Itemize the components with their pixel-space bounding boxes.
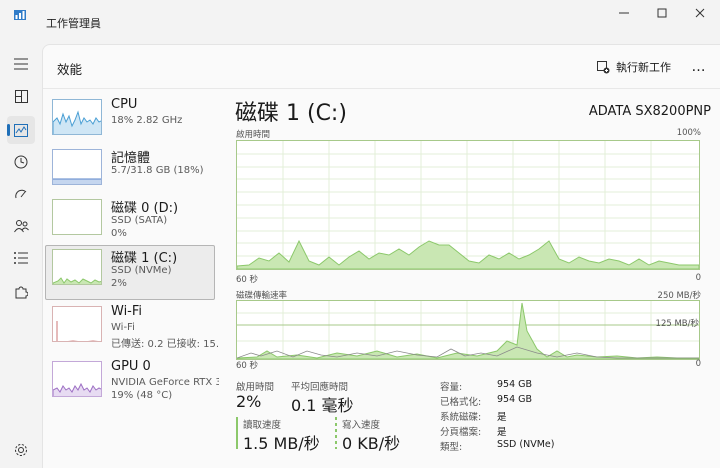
device-name: 磁碟 0 (D:) xyxy=(111,201,179,216)
read-speed-label: 讀取速度 xyxy=(243,420,282,431)
device-wifi[interactable]: Wi-Fi Wi-Fi 已傳送: 0.2 已接收: 15.4 xyxy=(45,302,219,357)
hamburger-icon xyxy=(14,58,28,70)
task-manager-app-icon xyxy=(14,10,26,20)
device-detail: NVIDIA GeForce RTX 3 xyxy=(111,377,219,388)
processes-icon xyxy=(14,89,28,103)
active-time-graph xyxy=(236,140,700,270)
device-disk-0[interactable]: 磁碟 0 (D:) SSD (SATA) 0% xyxy=(45,195,215,250)
write-speed-value: 0 KB/秒 xyxy=(342,434,401,453)
nav-performance[interactable] xyxy=(7,116,35,144)
main-panel: 效能 執行新工作 … CPU 18% 2.82 GHz 記憶體 5.7/31.8… xyxy=(42,44,720,468)
prop-value-system-disk: 是 xyxy=(497,412,507,423)
avg-response-value: 0.1 毫秒 xyxy=(291,396,354,415)
disk-detail-pane: 磁碟 1 (C:) ADATA SX8200PNP 啟用時間 100% 60 秒… xyxy=(235,95,711,468)
prop-value-formatted: 954 GB xyxy=(497,394,533,405)
nav-settings[interactable] xyxy=(7,436,35,464)
cpu-thumbnail-graph xyxy=(52,99,102,135)
close-button[interactable] xyxy=(686,4,714,22)
disk-model: ADATA SX8200PNP xyxy=(588,104,711,119)
prop-key-page-file: 分頁檔案: xyxy=(440,427,482,438)
read-speed-series xyxy=(236,302,700,360)
device-name: CPU xyxy=(111,97,138,112)
nav-processes[interactable] xyxy=(7,82,35,110)
device-detail: 5.7/31.8 GB (18%) xyxy=(111,165,204,176)
title-bar: 工作管理員 xyxy=(0,0,720,32)
performance-icon xyxy=(14,123,28,137)
window-title: 工作管理員 xyxy=(46,17,101,30)
avg-response-label: 平均回應時間 xyxy=(291,382,349,393)
run-task-icon xyxy=(597,60,610,73)
nav-startup-apps[interactable] xyxy=(7,180,35,208)
page-title: 效能 xyxy=(57,62,83,77)
nav-users[interactable] xyxy=(7,212,35,240)
active-time-graph-label: 啟用時間 xyxy=(236,130,271,140)
nav-rail xyxy=(0,44,42,468)
device-detail: 18% 2.82 GHz xyxy=(111,115,183,126)
disk0-thumbnail-graph xyxy=(52,199,102,235)
device-name: GPU 0 xyxy=(111,359,151,374)
history-icon xyxy=(14,155,28,169)
device-name: Wi-Fi xyxy=(111,304,143,319)
header-divider xyxy=(43,88,720,89)
memory-thumbnail-graph xyxy=(52,149,102,185)
device-detail: SSD (NVMe) xyxy=(111,265,172,276)
device-name: 記憶體 xyxy=(111,151,151,166)
prop-key-capacity: 容量: xyxy=(440,382,463,393)
active-time-value: 2% xyxy=(236,392,262,411)
device-usage: 0% xyxy=(111,228,127,239)
disk1-thumbnail-graph xyxy=(52,249,102,285)
run-new-task-label: 執行新工作 xyxy=(616,61,671,74)
transfer-rate-graph-mid: 125 MB/秒 xyxy=(655,319,699,329)
device-usage: 2% xyxy=(111,278,127,289)
device-disk-1[interactable]: 磁碟 1 (C:) SSD (NVMe) 2% xyxy=(45,245,215,300)
detail-title: 磁碟 1 (C:) xyxy=(235,101,347,126)
gear-icon xyxy=(15,444,27,456)
services-puzzle-icon xyxy=(15,286,28,299)
minimize-icon xyxy=(619,12,629,14)
prop-key-system-disk: 系統磁碟: xyxy=(440,412,482,423)
maximize-button[interactable] xyxy=(648,4,676,22)
active-time-graph-min: 0 xyxy=(695,273,701,283)
run-new-task-button[interactable]: 執行新工作 xyxy=(597,57,671,77)
active-time-graph-time: 60 秒 xyxy=(236,275,259,285)
device-detail: Wi-Fi xyxy=(111,322,135,333)
transfer-rate-graph-time: 60 秒 xyxy=(236,361,259,371)
active-time-series xyxy=(236,239,700,270)
device-cpu[interactable]: CPU 18% 2.82 GHz xyxy=(45,95,215,150)
minimize-button[interactable] xyxy=(610,4,638,22)
hamburger-menu-button[interactable] xyxy=(7,50,35,78)
transfer-rate-graph-min: 0 xyxy=(695,359,701,369)
device-usage: 已傳送: 0.2 已接收: 15.4 xyxy=(111,339,219,350)
nav-details[interactable] xyxy=(7,244,35,272)
active-time-graph-max: 100% xyxy=(676,128,701,138)
transfer-rate-graph xyxy=(236,300,700,360)
prop-key-type: 類型: xyxy=(440,442,463,453)
read-speed-bar xyxy=(236,417,238,449)
maximize-icon xyxy=(657,8,667,18)
users-icon xyxy=(13,220,29,233)
gpu-thumbnail-graph xyxy=(52,361,102,397)
write-speed-label: 寫入速度 xyxy=(342,420,381,431)
nav-app-history[interactable] xyxy=(7,148,35,176)
close-icon xyxy=(695,8,705,18)
device-gpu[interactable]: GPU 0 NVIDIA GeForce RTX 3 19% (48 °C) xyxy=(45,357,219,412)
device-name: 磁碟 1 (C:) xyxy=(111,251,178,266)
device-usage: 19% (48 °C) xyxy=(111,390,173,401)
startup-icon xyxy=(15,189,27,199)
wifi-thumbnail-graph xyxy=(52,306,102,342)
prop-value-capacity: 954 GB xyxy=(497,379,533,390)
active-time-label: 啟用時間 xyxy=(236,382,275,393)
device-memory[interactable]: 記憶體 5.7/31.8 GB (18%) xyxy=(45,145,215,200)
device-detail: SSD (SATA) xyxy=(111,215,168,226)
details-list-icon xyxy=(14,252,28,264)
write-speed-bar xyxy=(335,417,337,449)
prop-value-page-file: 是 xyxy=(497,427,507,438)
prop-value-type: SSD (NVMe) xyxy=(497,439,555,450)
nav-services[interactable] xyxy=(7,278,35,306)
prop-key-formatted: 已格式化: xyxy=(440,397,482,408)
more-options-button[interactable]: … xyxy=(687,55,711,79)
read-speed-value: 1.5 MB/秒 xyxy=(243,434,320,453)
device-list: CPU 18% 2.82 GHz 記憶體 5.7/31.8 GB (18%) 磁… xyxy=(43,95,219,468)
